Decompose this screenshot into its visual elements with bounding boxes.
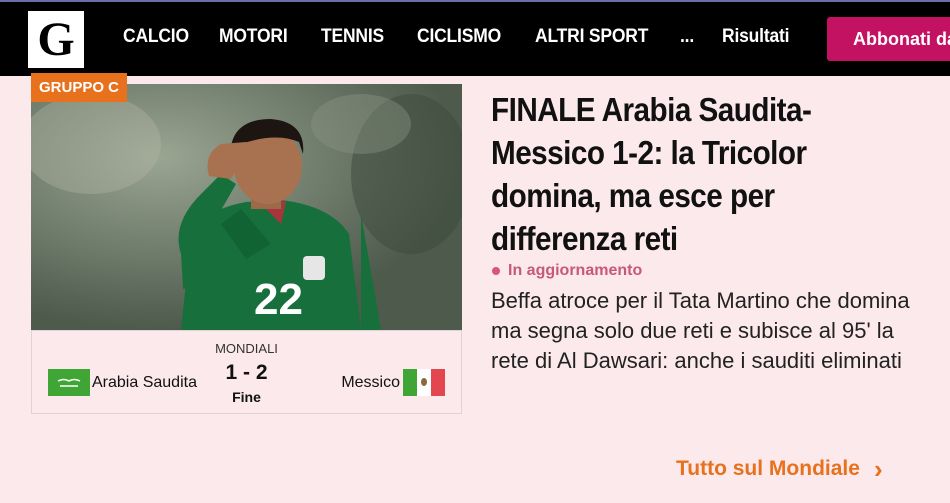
site-logo[interactable]: G bbox=[28, 11, 84, 68]
subscribe-button[interactable]: Abbonati da bbox=[827, 17, 950, 61]
match-scorecard[interactable]: MONDIALI Arabia Saudita 1 - 2 Fine Messi… bbox=[31, 330, 462, 414]
competition-label: MONDIALI bbox=[215, 341, 278, 356]
group-badge[interactable]: GRUPPO C bbox=[31, 73, 128, 102]
chevron-right-icon: › bbox=[873, 454, 883, 484]
nav-item-tennis[interactable]: TENNIS bbox=[321, 26, 384, 48]
live-label: In aggiornamento bbox=[508, 262, 643, 279]
away-team-name: Messico bbox=[341, 373, 400, 391]
away-team: Messico bbox=[341, 369, 445, 396]
article-photo[interactable]: 22 bbox=[31, 84, 462, 330]
live-dot-icon bbox=[492, 267, 500, 275]
nav-item-ciclismo[interactable]: CICLISMO bbox=[417, 26, 501, 48]
nav-item-calcio[interactable]: CALCIO bbox=[123, 26, 189, 48]
mexico-flag-icon bbox=[403, 369, 445, 396]
top-navbar: G CALCIO MOTORI TENNIS CICLISMO ALTRI SP… bbox=[0, 2, 950, 76]
more-link-label: Tutto sul Mondiale bbox=[676, 457, 860, 480]
player-illustration: 22 bbox=[31, 84, 462, 330]
article-headline[interactable]: FINALE Arabia Saudita-Messico 1-2: la Tr… bbox=[491, 88, 887, 260]
nav-item-risultati[interactable]: Risultati bbox=[722, 26, 789, 48]
nav-item-altri-sport[interactable]: ALTRI SPORT bbox=[535, 26, 648, 48]
more-link[interactable]: Tutto sul Mondiale › bbox=[676, 454, 883, 484]
article-summary[interactable]: Beffa atroce per il Tata Martino che dom… bbox=[491, 286, 931, 376]
nav-item-motori[interactable]: MOTORI bbox=[219, 26, 288, 48]
live-indicator: In aggiornamento bbox=[492, 262, 642, 280]
svg-text:22: 22 bbox=[254, 275, 303, 324]
nav-item-more[interactable]: ... bbox=[680, 26, 694, 48]
